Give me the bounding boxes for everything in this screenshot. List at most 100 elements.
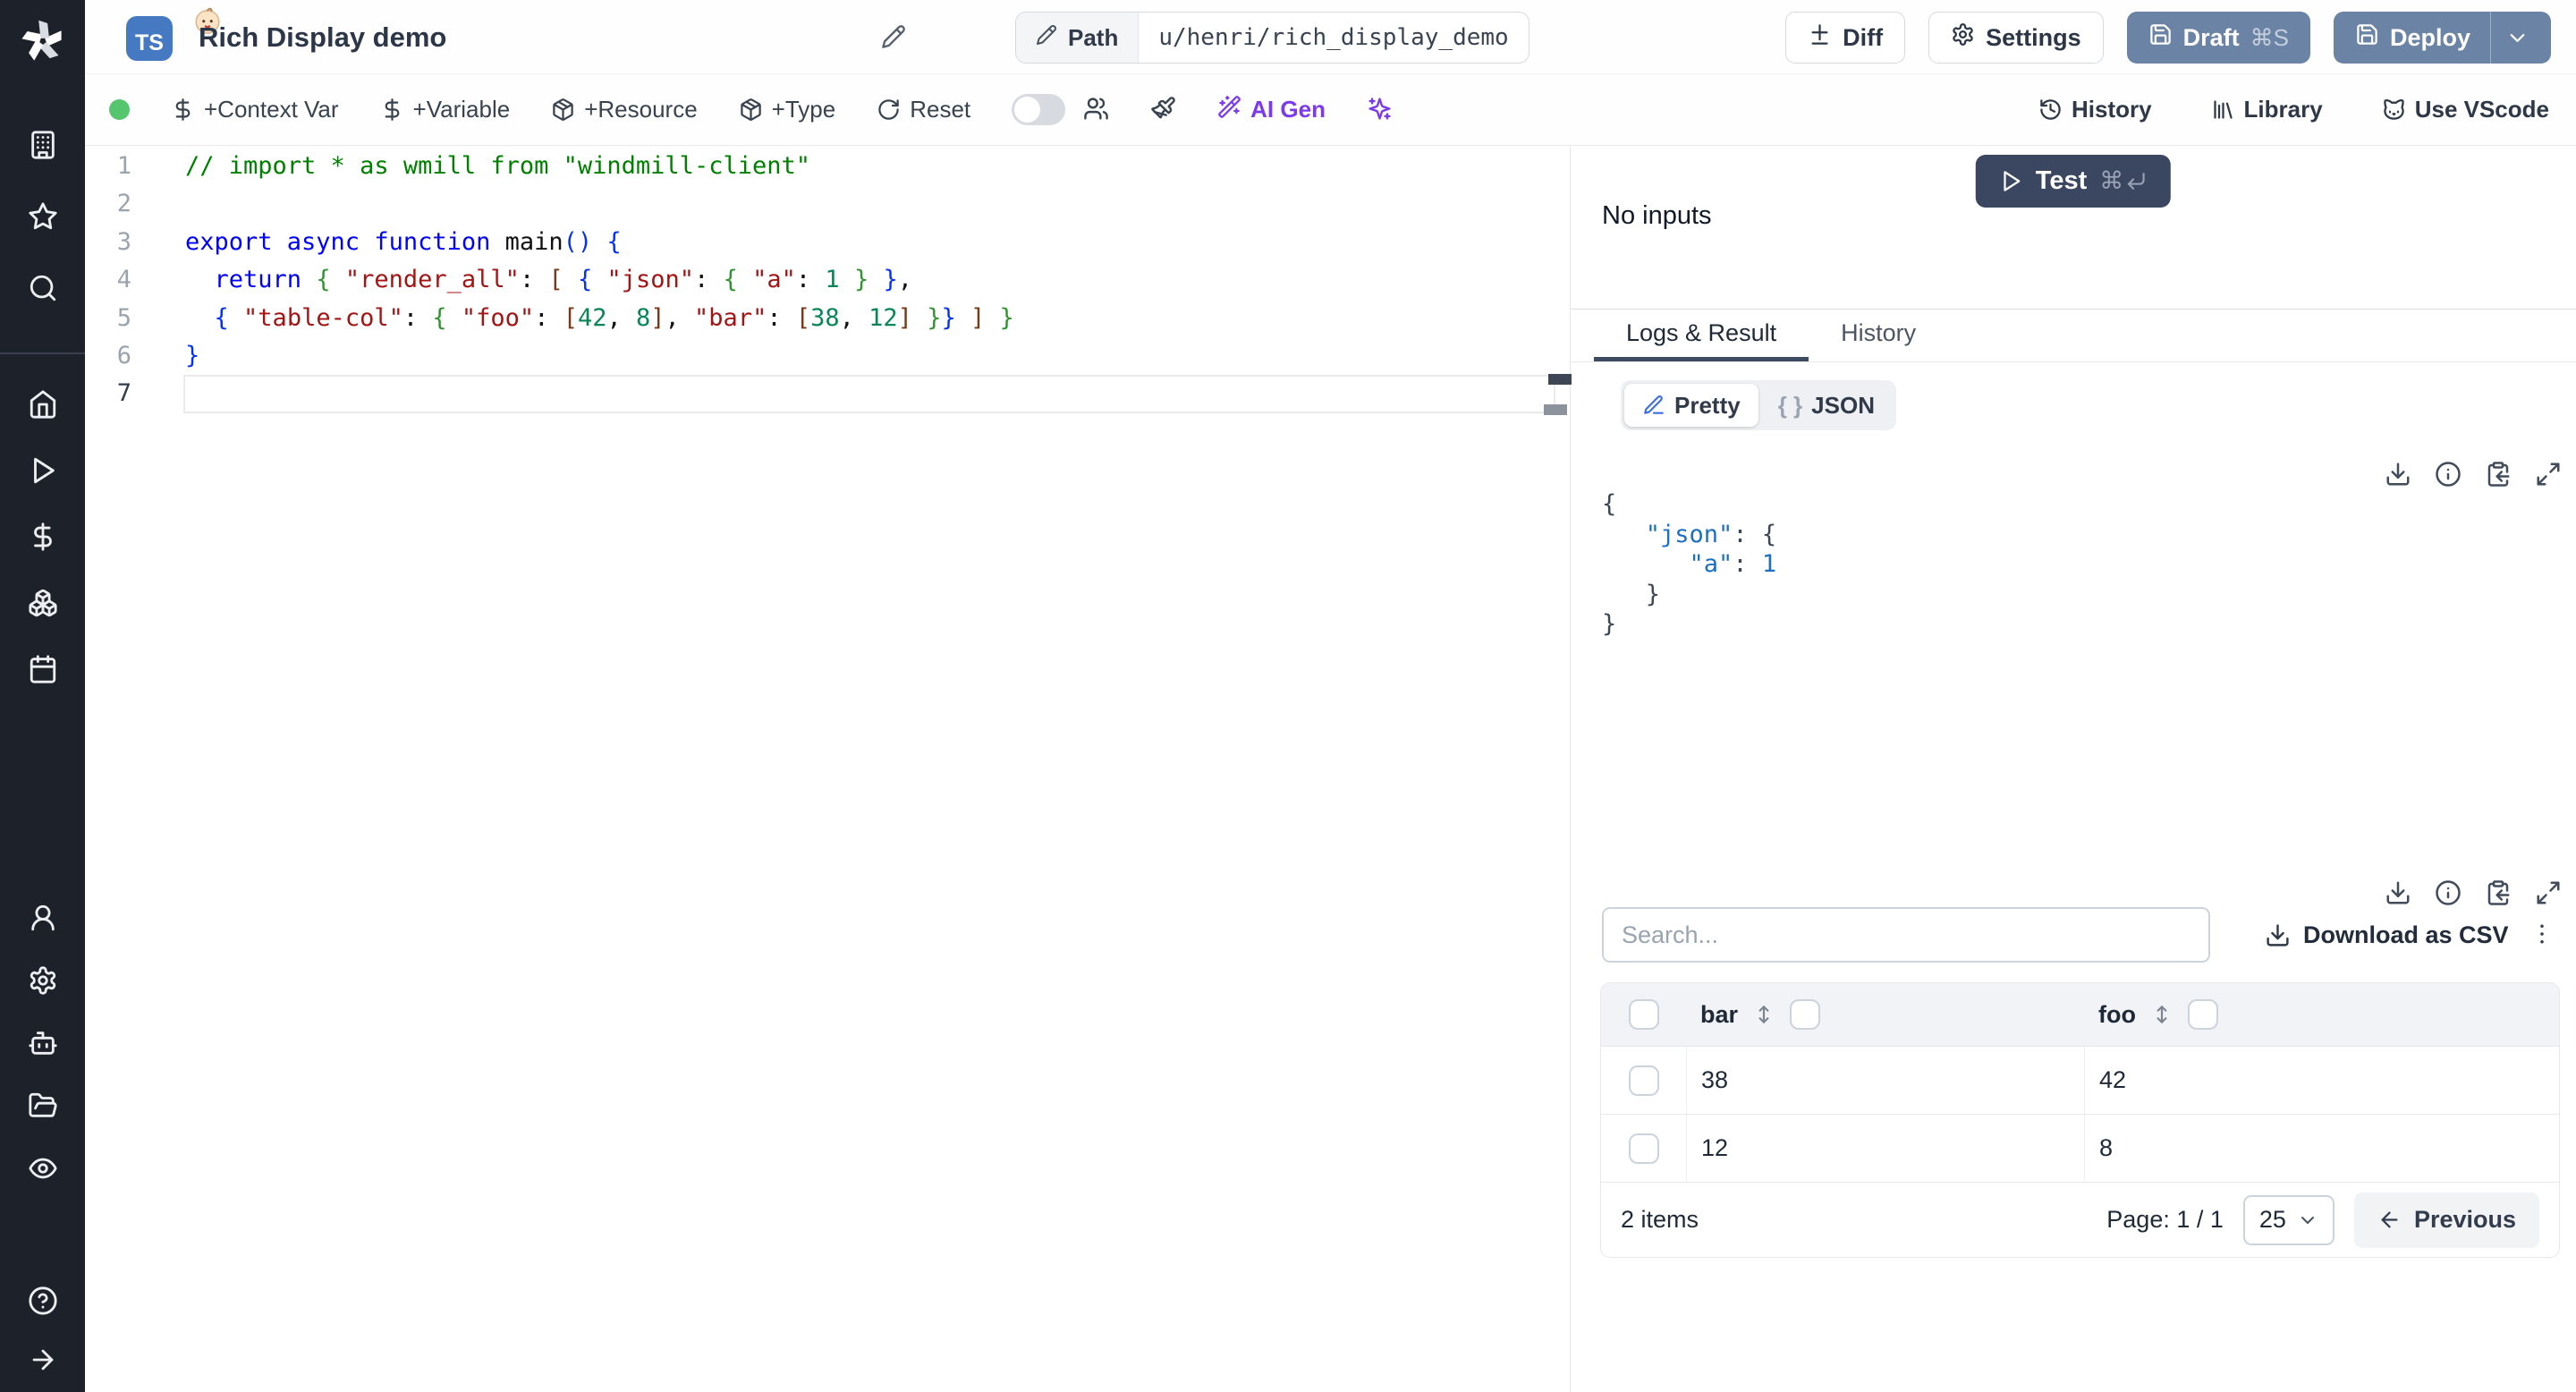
sidebar-item-bot[interactable] [27,1027,59,1059]
row-checkbox[interactable] [1628,1065,1659,1096]
result-view-toggle: Pretty { } JSON [1621,380,1896,430]
result-line-2: "json": { [1645,520,1777,548]
info-icon[interactable] [2435,461,2462,488]
ai-sparkles-button[interactable] [1367,96,1393,124]
info-icon[interactable] [2435,879,2462,906]
toolbar-button-library[interactable]: Library [2211,96,2323,123]
code-line-4[interactable]: return { "render_all": [ { "json": { "a"… [185,261,1570,299]
pretty-view-tab[interactable]: Pretty [1624,384,1758,427]
column-checkbox-foo[interactable] [2187,999,2218,1030]
draft-button[interactable]: Draft ⌘S [2126,12,2310,64]
toolbar-button-reset[interactable]: Reset [877,96,970,123]
code-line-6[interactable]: } [185,337,1570,375]
select-all-checkbox[interactable] [1628,999,1659,1030]
sidebar-item-folder-open[interactable] [27,1090,59,1122]
sidebar-item-star[interactable] [27,200,59,233]
clipboard-copy-icon[interactable] [2485,461,2512,488]
column-checkbox-bar[interactable] [1790,999,1821,1030]
toolbar-button-use-vscode[interactable]: Use VScode [2382,96,2549,123]
column-label-foo: foo [2098,1000,2136,1028]
previous-page-button[interactable]: Previous [2353,1192,2539,1248]
sort-icon[interactable] [1752,1003,1775,1026]
sidebar-item-settings[interactable] [27,964,59,997]
line-number-1: 1 [116,152,131,180]
page-size-select[interactable]: 25 [2242,1194,2334,1245]
collaborators-button[interactable] [1083,96,1109,124]
table-row-1[interactable]: 38 42 [1601,1046,2559,1114]
pen-line-icon [1642,394,1665,417]
deploy-button[interactable]: Deploy [2333,12,2551,64]
package-icon [551,98,575,122]
pretty-label: Pretty [1674,391,1741,419]
table-footer: 2 items Page: 1 / 1 25 Previous [1601,1182,2559,1257]
sidebar-item-building[interactable] [27,129,59,161]
gear-icon [1951,22,1975,53]
kebab-menu-icon [2529,924,2555,950]
toolbar-button-context-var[interactable]: +Context Var [171,96,339,123]
draft-label: Draft [2182,23,2240,51]
rename-script-button[interactable] [879,23,908,52]
toolbar-button-variable[interactable]: +Variable [380,96,510,123]
previous-label: Previous [2413,1206,2516,1233]
code-line-1[interactable]: // import * as wmill from "windmill-clie… [185,148,1570,185]
code-line-5[interactable]: { "table-col": { "foo": [42, 8], "bar": … [185,300,1570,337]
sidebar-item-dollar[interactable] [27,521,59,553]
typescript-badge: TS [126,7,220,61]
sidebar-item-help-circle[interactable] [27,1285,59,1317]
row-checkbox[interactable] [1628,1133,1659,1164]
search-input[interactable] [1602,907,2210,963]
download-icon[interactable] [2385,461,2411,488]
path-label-segment[interactable]: Path [1016,13,1140,63]
tab-history[interactable]: History [1809,310,1948,361]
sidebar-item-boxes[interactable] [27,587,59,619]
editor-code-area[interactable]: // import * as wmill from "windmill-clie… [183,148,1570,413]
line-number-5: 5 [116,303,131,332]
table-menu-button[interactable] [2524,914,2560,955]
result-line-4: } [1645,580,1661,608]
panel-resize-handle-secondary[interactable] [1544,404,1567,415]
tab-logs-result[interactable]: Logs & Result [1594,310,1809,361]
pencil-icon [881,24,906,52]
sidebar-item-eye[interactable] [27,1152,59,1184]
script-path-control[interactable]: Path u/henri/rich_display_demo [1015,12,1530,64]
maximize-icon[interactable] [2535,461,2562,488]
sidebar-item-calendar[interactable] [27,653,59,685]
chevron-down-icon[interactable] [2505,26,2529,50]
sidebar-item-search[interactable] [27,272,59,304]
sidebar-item-arrow-right[interactable] [27,1344,59,1376]
code-line-7[interactable] [185,375,1570,412]
sidebar-item-home[interactable] [27,388,59,420]
test-button[interactable]: Test ⌘ [1975,155,2172,208]
json-view-tab[interactable]: { } JSON [1760,384,1893,427]
windmill-logo[interactable] [0,0,85,82]
settings-button[interactable]: Settings [1928,12,2104,64]
code-editor[interactable]: 1 2 3 4 5 6 7 // import * as wmill from "windm… [85,146,1570,1392]
table-row-2[interactable]: 12 8 [1601,1114,2559,1182]
ai-gen-button[interactable]: AI Gen [1217,95,1326,125]
diff-button[interactable]: Diff [1785,12,1906,64]
panel-resize-handle[interactable] [1548,374,1572,385]
sort-icon[interactable] [2150,1003,2174,1026]
toolbar-button-type[interactable]: +Type [739,96,835,123]
play-icon [1999,169,2023,193]
sidebar [0,0,85,1392]
column-header-foo: foo [2084,983,2559,1046]
cell-foo-1: 42 [2084,1047,2559,1114]
result-actions [2385,461,2562,488]
enter-key-icon [2125,170,2148,192]
maximize-icon[interactable] [2535,879,2562,906]
download-icon[interactable] [2385,879,2411,906]
code-line-2[interactable] [185,185,1570,223]
toolbar-button-resource[interactable]: +Resource [551,96,698,123]
multiplayer-toggle[interactable] [1012,94,1066,125]
code-line-3[interactable]: export async function main() { [185,224,1570,261]
topbar: TS Rich Display demo Path u/henri/rich_d… [85,0,2576,74]
result-json-view: { "json": { "a": 1 }} [1602,489,1776,640]
format-code-button[interactable] [1150,96,1176,124]
sidebar-item-user[interactable] [27,902,59,934]
download-csv-button[interactable]: Download as CSV [2259,907,2514,963]
toolbar-button-history[interactable]: History [2038,96,2152,123]
sidebar-item-play[interactable] [27,454,59,487]
settings-label: Settings [1986,23,2081,51]
clipboard-copy-icon[interactable] [2485,879,2512,906]
